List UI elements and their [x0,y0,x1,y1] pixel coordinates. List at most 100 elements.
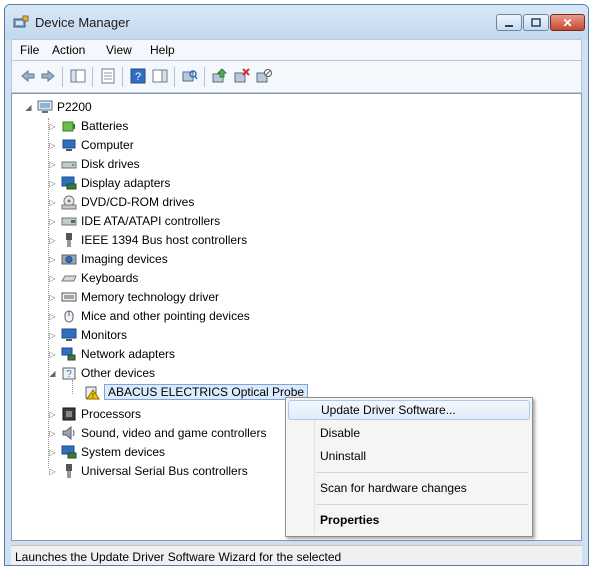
expand-icon[interactable]: ▷ [48,429,57,438]
dvd-drive-icon [61,195,77,210]
tree-category-processors[interactable]: ▷ Processors [48,405,141,423]
tree-category-ieee1394[interactable]: ▷ IEEE 1394 Bus host controllers [48,231,247,249]
tree-category-keyboards[interactable]: ▷ Keyboards [48,269,138,287]
speaker-icon [62,425,75,441]
expand-icon[interactable]: ▷ [48,160,57,169]
tree-category-network-adapters[interactable]: ▷ Network adapters [48,345,175,363]
disable-device-icon[interactable] [256,68,272,84]
tree-category-monitors[interactable]: ▷ Monitors [48,326,127,344]
expand-icon[interactable]: ▷ [48,331,57,340]
monitor-icon [61,328,77,341]
disk-drive-icon [61,161,77,169]
back-arrow-icon[interactable] [20,68,36,84]
properties-icon[interactable] [100,68,116,84]
tree-device-label: ABACUS ELECTRICS Optical Probe [104,384,309,400]
menu-item-label: Disable [320,426,361,440]
computer-icon [62,139,76,151]
menu-help[interactable]: Help [150,43,175,57]
tree-category-ide-controllers[interactable]: ▷ IDE ATA/ATAPI controllers [48,212,220,230]
close-button[interactable]: ✕ [550,14,585,31]
computer-root-icon [37,100,53,113]
expand-icon[interactable]: ▷ [48,293,57,302]
expand-icon[interactable]: ▷ [48,179,57,188]
expand-icon[interactable]: ▷ [48,141,57,150]
tree-connector-line [72,380,73,394]
update-driver-icon[interactable] [212,68,228,84]
usb-icon [66,464,72,478]
tree-category-imaging-devices[interactable]: ▷ Imaging devices [48,250,167,268]
svg-text:?: ? [135,71,141,83]
battery-icon [62,121,75,132]
close-icon: ✕ [562,15,573,30]
tree-category-dvd-drives[interactable]: ▷ DVD/CD-ROM drives [48,193,194,211]
tree-category-label: Network adapters [81,347,176,361]
tree-category-label: DVD/CD-ROM drives [81,195,195,209]
action-pane-icon[interactable] [152,68,168,84]
scan-hardware-icon[interactable] [182,68,198,84]
show-hide-tree-icon[interactable] [70,68,86,84]
tree-category-label: Computer [81,138,134,152]
properties-menu-item[interactable]: Properties [288,510,530,530]
tree-category-computer[interactable]: ▷ Computer [48,136,134,154]
expand-icon[interactable]: ▷ [48,448,57,457]
expand-icon[interactable]: ▷ [48,217,57,226]
tree-category-label: Display adapters [81,176,171,190]
menu-separator [316,472,528,473]
tree-category-mice[interactable]: ▷ Mice and other pointing devices [48,307,250,325]
menu-action[interactable]: Action [52,43,85,57]
expand-icon[interactable]: ▷ [48,312,57,321]
ide-controller-icon [61,217,77,226]
tree-device-optical-probe[interactable]: ! ABACUS ELECTRICS Optical Probe [84,383,309,401]
expand-icon[interactable]: ▷ [48,350,57,359]
toolbar-separator [122,67,123,87]
tree-category-display-adapters[interactable]: ▷ Display adapters [48,174,170,192]
tree-category-batteries[interactable]: ▷ Batteries [48,117,128,135]
maximize-icon [531,17,541,27]
menu-view[interactable]: View [106,43,132,57]
expand-icon[interactable]: ▷ [48,467,57,476]
update-driver-software-menu-item[interactable]: Update Driver Software... [288,400,530,420]
window-title: Device Manager [35,15,130,30]
scan-hardware-menu-item[interactable]: Scan for hardware changes [288,478,530,498]
expand-icon[interactable]: ▷ [48,274,57,283]
tree-category-disk-drives[interactable]: ▷ Disk drives [48,155,140,173]
help-icon[interactable]: ? [130,68,146,84]
tree-category-label: Keyboards [81,271,139,285]
toolbar-separator [174,67,175,87]
expand-icon[interactable]: ▷ [48,198,57,207]
title-bar[interactable]: Device Manager ✕ [5,5,588,39]
menu-item-label: Uninstall [320,449,367,463]
tree-root-label: P2200 [57,100,92,114]
menu-file[interactable]: File [20,43,39,57]
disable-menu-item[interactable]: Disable [288,423,530,443]
uninstall-menu-item[interactable]: Uninstall [288,446,530,466]
camera-icon [61,254,77,265]
tree-category-label: Memory technology driver [81,290,220,304]
minimize-button[interactable] [496,14,522,31]
expand-icon[interactable]: ▷ [48,122,57,131]
tree-category-label: Disk drives [81,157,140,171]
tree-category-label: IDE ATA/ATAPI controllers [81,214,221,228]
tree-category-label: Mice and other pointing devices [81,309,250,323]
collapse-icon[interactable]: ◢ [48,369,57,378]
uninstall-device-icon[interactable] [234,68,250,84]
tree-category-memory-technology[interactable]: ▷ Memory technology driver [48,288,219,306]
tree-category-label: Other devices [81,366,156,380]
svg-text:?: ? [66,369,72,380]
menu-separator [316,504,528,505]
tree-root-computer[interactable]: ◢ P2200 [24,98,92,116]
tree-category-system-devices[interactable]: ▷ System devices [48,443,165,461]
toolbar-separator [204,67,205,87]
expand-icon[interactable]: ▷ [48,255,57,264]
forward-arrow-icon[interactable] [40,68,56,84]
network-adapter-icon [61,347,76,361]
keyboard-icon [61,275,77,282]
tree-category-usb-controllers[interactable]: ▷ Universal Serial Bus controllers [48,462,248,480]
expand-icon[interactable]: ▷ [48,236,57,245]
maximize-button[interactable] [523,14,549,31]
collapse-icon[interactable]: ◢ [24,103,33,112]
tree-category-sound-video[interactable]: ▷ Sound, video and game controllers [48,424,266,442]
expand-icon[interactable]: ▷ [48,410,57,419]
tree-category-other-devices[interactable]: ◢ ? Other devices [48,364,155,382]
toolbar-separator [62,67,63,87]
